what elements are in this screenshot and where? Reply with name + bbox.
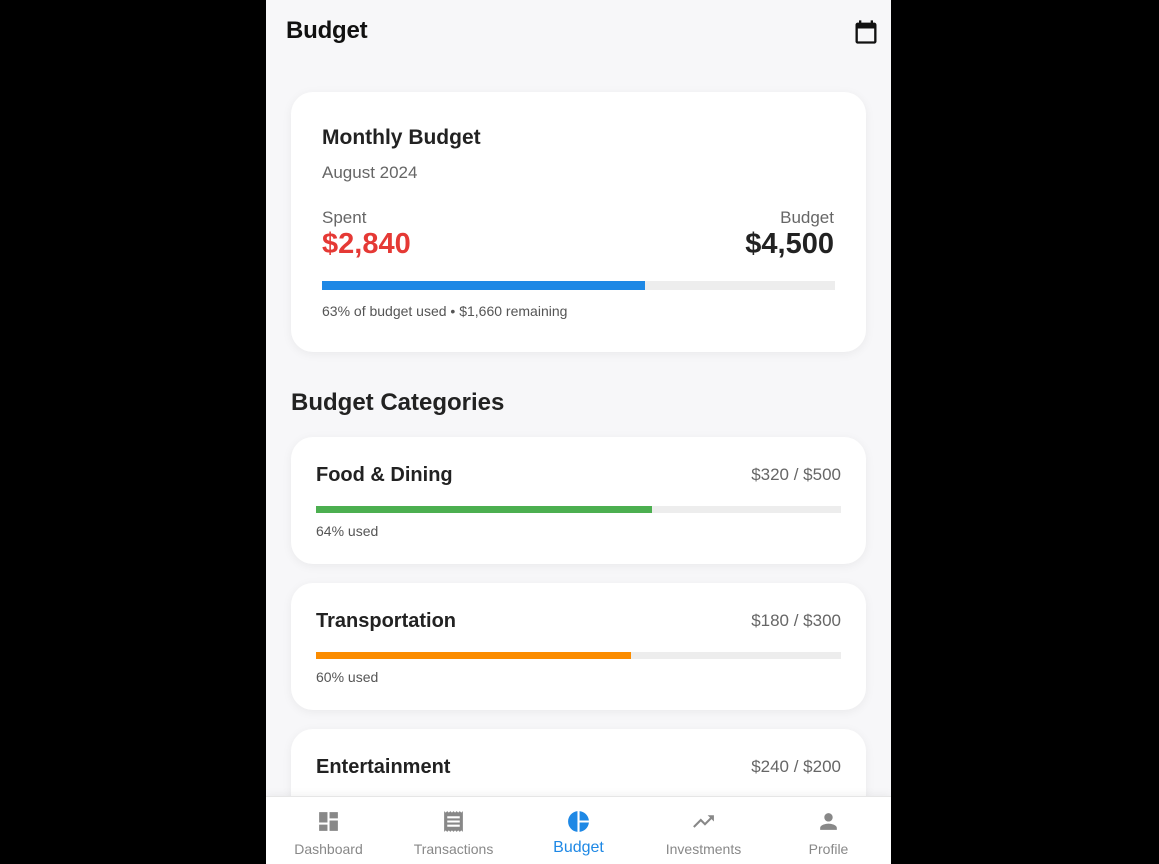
nav-item-dashboard[interactable]: Dashboard [266,797,391,864]
category-amount: $320 / $500 [751,465,841,484]
spent-label: Spent [322,208,367,227]
category-note: 60% used [316,669,379,685]
app-bar: Budget [266,0,891,64]
category-progress-track [316,506,841,513]
section-title: Budget Categories [291,389,505,416]
category-progress-fill [316,652,631,659]
spent-value: $2,840 [322,228,411,260]
bottom-navigation: Dashboard Transactions Budget Investment… [266,796,891,864]
summary-note: 63% of budget used • $1,660 remaining [322,303,568,319]
nav-item-investments[interactable]: Investments [641,797,766,864]
category-progress-fill [316,506,652,513]
summary-title: Monthly Budget [322,126,481,149]
nav-label: Dashboard [294,841,363,857]
summary-progress-track [322,281,835,290]
receipt-icon [444,811,463,832]
category-card-transportation[interactable]: Transportation $180 / $300 60% used [291,583,866,710]
nav-label: Investments [665,841,742,857]
page-title: Budget [286,17,368,44]
budget-value: $4,500 [745,228,834,260]
category-name: Entertainment [316,756,451,778]
category-name: Transportation [316,610,457,632]
phone-screen: Budget Monthly Budget August 2024 Spent … [266,0,891,864]
category-amount: $240 / $200 [751,757,841,776]
calendar-icon[interactable] [852,18,880,46]
nav-label: Budget [553,839,604,856]
trending-up-icon [693,815,714,828]
dashboard-icon [319,812,338,831]
pie-chart-icon [568,811,589,832]
category-card-food[interactable]: Food & Dining $320 / $500 64% used [291,437,866,564]
nav-label: Transactions [413,841,494,857]
nav-item-transactions[interactable]: Transactions [391,797,516,864]
category-amount: $180 / $300 [751,611,841,630]
category-name: Food & Dining [316,464,453,486]
nav-item-profile[interactable]: Profile [766,797,891,864]
nav-label: Profile [808,841,849,857]
summary-month: August 2024 [322,163,418,182]
nav-item-budget[interactable]: Budget [516,797,641,864]
monthly-budget-card: Monthly Budget August 2024 Spent $2,840 … [291,92,866,352]
budget-label: Budget [780,208,834,227]
category-note: 64% used [316,523,379,539]
category-progress-track [316,652,841,659]
person-icon [820,813,837,830]
summary-progress-fill [322,281,646,290]
